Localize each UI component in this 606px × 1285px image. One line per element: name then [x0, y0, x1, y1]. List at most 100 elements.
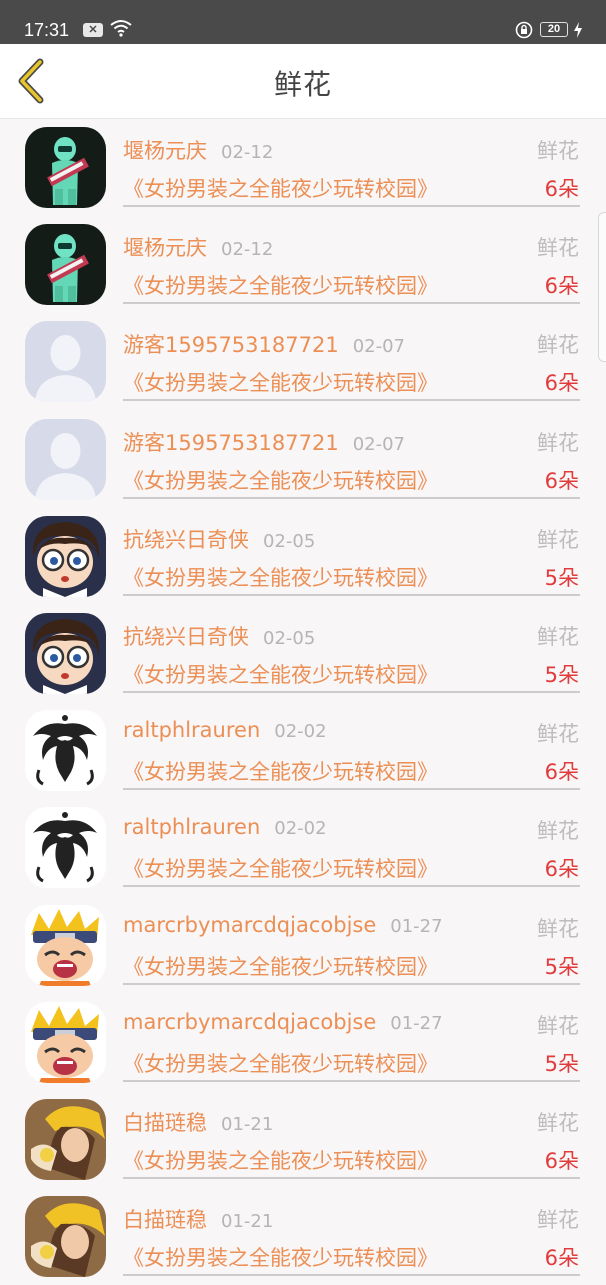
- notification-icon: ✕: [83, 23, 103, 37]
- avatar[interactable]: [25, 1001, 106, 1083]
- book-title[interactable]: 《女扮男装之全能夜少玩转校园》: [123, 173, 438, 203]
- user-name[interactable]: marcrbymarcdqjacobjse: [123, 913, 376, 937]
- divider: [123, 690, 580, 693]
- gift-type: 鲜花: [537, 1110, 579, 1135]
- book-title[interactable]: 《女扮男装之全能夜少玩转校园》: [123, 659, 438, 689]
- book-title[interactable]: 《女扮男装之全能夜少玩转校园》: [123, 853, 438, 883]
- avatar[interactable]: [25, 321, 106, 403]
- meta-line: raltphlrauren 02-02: [123, 718, 327, 742]
- book-title[interactable]: 《女扮男装之全能夜少玩转校园》: [123, 1048, 438, 1078]
- avatar[interactable]: [25, 224, 106, 306]
- list-item[interactable]: 白描琏稳 01-21 鲜花 《女扮男装之全能夜少玩转校园》 6朵: [0, 1188, 606, 1285]
- wifi-icon: [110, 20, 132, 37]
- gift-date: 02-05: [263, 627, 316, 649]
- book-title[interactable]: 《女扮男装之全能夜少玩转校园》: [123, 367, 438, 397]
- meta-line: 堰杨元庆 02-12: [123, 232, 273, 262]
- meta-line: 堰杨元庆 02-12: [123, 135, 273, 165]
- list-item[interactable]: 白描琏稳 01-21 鲜花 《女扮男装之全能夜少玩转校园》 6朵: [0, 1091, 606, 1188]
- user-name[interactable]: 白描琏稳: [123, 1208, 207, 1232]
- list-item[interactable]: 游客1595753187721 02-07 鲜花 《女扮男装之全能夜少玩转校园》 …: [0, 411, 606, 508]
- avatar[interactable]: [25, 710, 106, 792]
- divider: [123, 205, 580, 207]
- gift-date: 02-07: [352, 433, 406, 455]
- gift-date: 01-27: [390, 1012, 443, 1034]
- page-title: 鲜花: [273, 68, 332, 101]
- book-title[interactable]: 《女扮男装之全能夜少玩转校园》: [123, 562, 438, 592]
- user-name[interactable]: 抗绕兴日奇侠: [123, 625, 249, 649]
- avatar[interactable]: [25, 127, 106, 208]
- divider: [123, 1176, 580, 1179]
- flower-count: 6朵: [544, 468, 579, 493]
- list-item[interactable]: 游客1595753187721 02-07 鲜花 《女扮男装之全能夜少玩转校园》 …: [0, 313, 606, 410]
- list-item[interactable]: 抗绕兴日奇侠 02-05 鲜花 《女扮男装之全能夜少玩转校园》 5朵: [0, 508, 606, 605]
- gift-date: 02-12: [221, 239, 274, 261]
- meta-line: marcrbymarcdqjacobjse 01-27: [123, 913, 443, 937]
- book-title[interactable]: 《女扮男装之全能夜少玩转校园》: [123, 1242, 438, 1272]
- avatar[interactable]: [25, 418, 106, 500]
- flower-count: 6朵: [544, 274, 579, 299]
- user-name[interactable]: marcrbymarcdqjacobjse: [123, 1010, 376, 1034]
- battery-icon: 20: [540, 22, 568, 37]
- divider: [123, 982, 580, 985]
- flower-count: 6朵: [544, 1246, 579, 1271]
- list-item[interactable]: raltphlrauren 02-02 鲜花 《女扮男装之全能夜少玩转校园》 6朵: [0, 702, 606, 799]
- gift-type: 鲜花: [537, 722, 579, 747]
- flower-gift-list: 堰杨元庆 02-12 鲜花 《女扮男装之全能夜少玩转校园》 6朵 堰杨元庆 02-1…: [0, 119, 606, 1285]
- list-item[interactable]: marcrbymarcdqjacobjse 01-27 鲜花 《女扮男装之全能夜少…: [0, 897, 606, 994]
- avatar[interactable]: [25, 612, 106, 694]
- book-title[interactable]: 《女扮男装之全能夜少玩转校园》: [123, 270, 438, 300]
- title-bar: 鲜花: [0, 44, 606, 119]
- divider: [123, 1079, 580, 1082]
- divider: [123, 302, 580, 305]
- status-time: 17:31: [24, 20, 70, 40]
- list-item[interactable]: marcrbymarcdqjacobjse 01-27 鲜花 《女扮男装之全能夜少…: [0, 994, 606, 1091]
- flower-count: 6朵: [544, 177, 579, 201]
- gift-type: 鲜花: [537, 430, 579, 455]
- gift-type: 鲜花: [537, 236, 579, 261]
- gift-type: 鲜花: [537, 139, 579, 163]
- avatar[interactable]: [25, 1196, 106, 1278]
- book-title[interactable]: 《女扮男装之全能夜少玩转校园》: [123, 465, 438, 495]
- status-bar: 17:31 ✕ 20: [0, 0, 606, 44]
- gift-type: 鲜花: [537, 1208, 579, 1233]
- avatar[interactable]: [25, 1098, 106, 1180]
- gift-date: 01-21: [221, 1113, 274, 1135]
- list-item[interactable]: 抗绕兴日奇侠 02-05 鲜花 《女扮男装之全能夜少玩转校园》 5朵: [0, 605, 606, 702]
- gift-type: 鲜花: [537, 1013, 579, 1038]
- flower-count: 5朵: [544, 1051, 579, 1076]
- book-title[interactable]: 《女扮男装之全能夜少玩转校园》: [123, 1145, 438, 1175]
- meta-line: raltphlrauren 02-02: [123, 815, 327, 839]
- user-name[interactable]: 堰杨元庆: [123, 236, 207, 260]
- scrollbar[interactable]: [598, 212, 606, 362]
- book-title[interactable]: 《女扮男装之全能夜少玩转校园》: [123, 951, 438, 981]
- avatar[interactable]: [25, 515, 106, 597]
- avatar[interactable]: [25, 904, 106, 986]
- gift-date: 01-21: [221, 1211, 274, 1233]
- user-name[interactable]: 抗绕兴日奇侠: [123, 528, 249, 552]
- user-name[interactable]: raltphlrauren: [123, 718, 260, 742]
- divider: [123, 788, 580, 791]
- user-name[interactable]: 游客1595753187721: [123, 333, 339, 357]
- gift-date: 02-07: [352, 336, 406, 358]
- book-title[interactable]: 《女扮男装之全能夜少玩转校园》: [123, 756, 438, 786]
- meta-line: marcrbymarcdqjacobjse 01-27: [123, 1010, 443, 1034]
- gift-type: 鲜花: [537, 527, 579, 552]
- divider: [123, 496, 580, 499]
- list-item[interactable]: raltphlrauren 02-02 鲜花 《女扮男装之全能夜少玩转校园》 6朵: [0, 799, 606, 896]
- gift-date: 02-12: [221, 142, 274, 163]
- gift-date: 01-27: [390, 915, 443, 937]
- user-name[interactable]: 白描琏稳: [123, 1111, 207, 1135]
- gift-date: 02-02: [274, 721, 327, 743]
- list-item[interactable]: 堰杨元庆 02-12 鲜花 《女扮男装之全能夜少玩转校园》 6朵: [0, 119, 606, 216]
- flower-count: 6朵: [544, 1148, 579, 1173]
- meta-line: 抗绕兴日奇侠 02-05: [123, 621, 315, 651]
- user-name[interactable]: raltphlrauren: [123, 815, 260, 839]
- charging-icon: [574, 22, 582, 38]
- flower-count: 5朵: [544, 662, 579, 687]
- flower-count: 5朵: [544, 565, 579, 590]
- user-name[interactable]: 游客1595753187721: [123, 431, 339, 455]
- list-item[interactable]: 堰杨元庆 02-12 鲜花 《女扮男装之全能夜少玩转校园》 6朵: [0, 216, 606, 313]
- avatar[interactable]: [25, 807, 106, 889]
- user-name[interactable]: 堰杨元庆: [123, 139, 207, 163]
- meta-line: 抗绕兴日奇侠 02-05: [123, 524, 315, 554]
